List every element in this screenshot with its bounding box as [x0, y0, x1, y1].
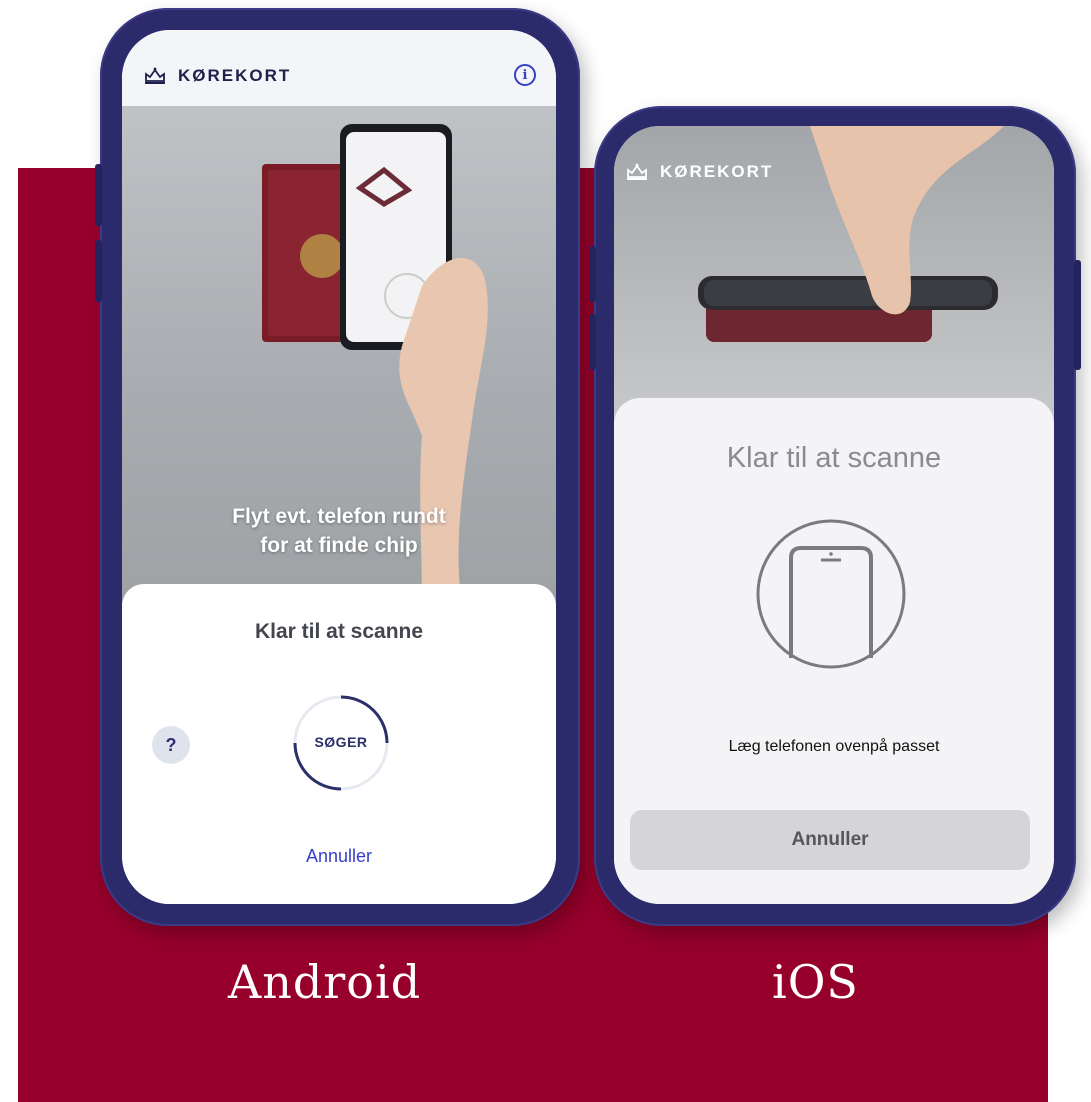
info-icon[interactable]: i	[514, 64, 536, 86]
android-instruction-photo: Flyt evt. telefon rundt for at finde chi…	[122, 106, 556, 606]
android-hint-line2: for at finde chip	[260, 534, 418, 557]
help-label: ?	[165, 734, 177, 755]
android-scan-sheet: Klar til at scanne ? SØGER Annuller	[122, 584, 556, 904]
ios-power-button	[1074, 260, 1081, 370]
android-brand-text: KØREKORT	[178, 66, 292, 85]
android-phone: KØREKORT i Flyt evt. telefon rundt for a…	[95, 8, 580, 926]
ios-brand-text: KØREKORT	[660, 162, 774, 181]
help-button[interactable]: ?	[152, 726, 190, 764]
ios-phone: KØREKORT Klar til at scanne Læg telefone…	[589, 106, 1081, 926]
ios-cancel-button[interactable]: Annuller	[630, 810, 1030, 870]
android-side-button	[95, 164, 102, 226]
crown-icon	[627, 163, 647, 180]
android-screen: KØREKORT i Flyt evt. telefon rundt for a…	[122, 30, 556, 904]
android-sheet-title: Klar til at scanne	[254, 620, 424, 643]
android-side-button	[95, 240, 102, 302]
android-brand: KØREKORT	[144, 66, 291, 86]
android-header: KØREKORT i	[122, 30, 556, 106]
ios-sheet-title: Klar til at scanne	[726, 442, 942, 474]
android-label: Android	[228, 955, 422, 1009]
ios-brand: KØREKORT	[626, 162, 773, 182]
android-hint-line1: Flyt evt. telefon rundt	[232, 505, 446, 528]
ios-screen: KØREKORT Klar til at scanne Læg telefone…	[614, 126, 1054, 904]
android-cancel-button[interactable]: Annuller	[122, 846, 556, 867]
crown-icon	[145, 67, 165, 84]
android-hint: Flyt evt. telefon rundt for at finde chi…	[122, 502, 556, 560]
ios-label: iOS	[772, 955, 859, 1009]
ios-instruction-photo: KØREKORT	[614, 126, 1054, 426]
searching-indicator: SØGER	[290, 692, 392, 794]
searching-status: SØGER	[314, 734, 368, 750]
ios-side-button	[589, 314, 596, 370]
phone-scan-icon	[756, 519, 906, 669]
ios-side-button	[589, 246, 596, 302]
ios-instruction: Læg telefonen ovenpå passet	[728, 738, 940, 755]
ios-nfc-sheet: Klar til at scanne Læg telefonen ovenpå …	[614, 398, 1054, 904]
